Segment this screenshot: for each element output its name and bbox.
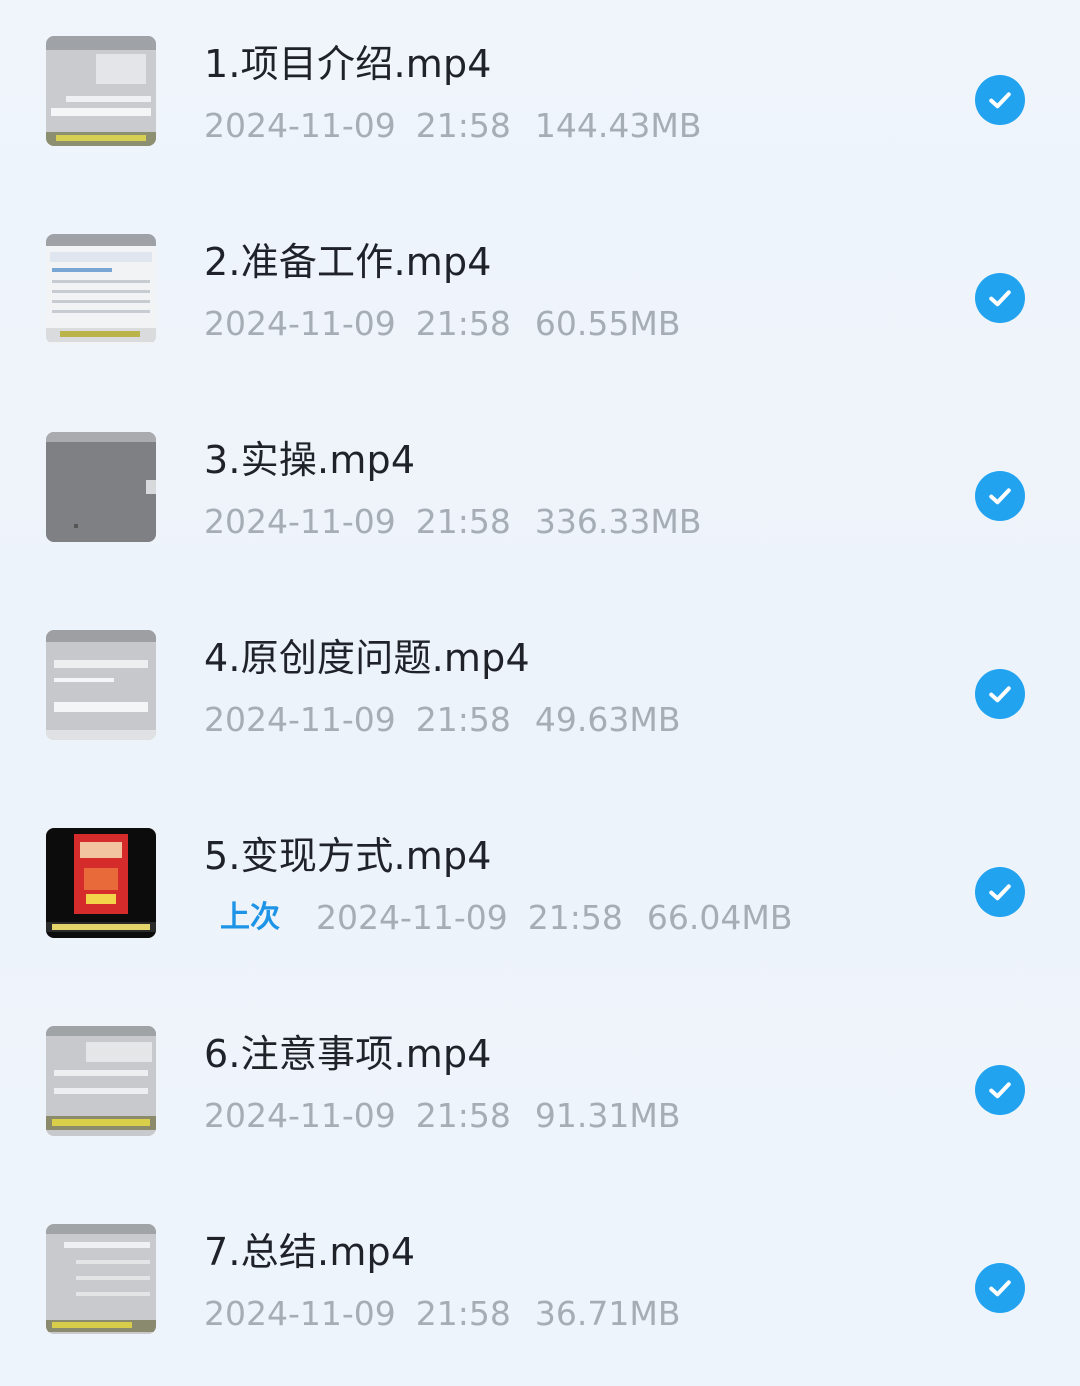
file-name: 2.准备工作.mp4 [204, 240, 492, 284]
video-thumbnail [46, 432, 156, 542]
file-row[interactable]: 3.实操.mp4 2024-11-09 21:58 336.33MB [0, 396, 1080, 594]
file-time: 21:58 [415, 106, 511, 145]
thumbnail-image [46, 234, 156, 344]
thumbnail-image [46, 36, 156, 146]
file-date: 2024-11-09 [204, 502, 396, 541]
file-row[interactable]: 7.总结.mp4 2024-11-09 21:58 36.71MB [0, 1188, 1080, 1386]
file-name: 3.实操.mp4 [204, 438, 416, 482]
file-size: 66.04MB [646, 898, 793, 937]
file-time: 21:58 [415, 700, 511, 739]
thumbnail-image [46, 630, 156, 740]
file-name: 1.项目介绍.mp4 [204, 42, 492, 86]
file-name: 6.注意事项.mp4 [204, 1032, 492, 1076]
file-time: 21:58 [415, 304, 511, 343]
video-thumbnail [46, 234, 156, 344]
file-date: 2024-11-09 [316, 898, 508, 937]
check-circle-icon[interactable] [975, 867, 1025, 917]
check-circle-icon[interactable] [975, 75, 1025, 125]
file-date: 2024-11-09 [204, 1294, 396, 1333]
file-time: 21:58 [415, 502, 511, 541]
file-size: 91.31MB [534, 1096, 681, 1135]
thumbnail-image [46, 432, 156, 542]
file-row[interactable]: 2.准备工作.mp4 2024-11-09 21:58 60.55MB [0, 198, 1080, 396]
file-size: 49.63MB [534, 700, 681, 739]
file-time: 21:58 [415, 1096, 511, 1135]
check-circle-icon[interactable] [975, 471, 1025, 521]
file-row[interactable]: 5.变现方式.mp4 上次 2024-11-09 21:58 66.04MB [0, 792, 1080, 990]
file-name: 5.变现方式.mp4 [204, 834, 492, 878]
thumbnail-image [46, 828, 156, 938]
thumbnail-image [46, 1224, 156, 1334]
video-thumbnail [46, 1026, 156, 1136]
file-time: 21:58 [415, 1294, 511, 1333]
file-meta: 2024-11-09 21:58 60.55MB [204, 302, 680, 346]
file-meta: 2024-11-09 21:58 91.31MB [204, 1094, 680, 1138]
file-name: 4.原创度问题.mp4 [204, 636, 530, 680]
file-meta: 2024-11-09 21:58 49.63MB [204, 698, 680, 742]
file-row[interactable]: 4.原创度问题.mp4 2024-11-09 21:58 49.63MB [0, 594, 1080, 792]
video-thumbnail [46, 630, 156, 740]
check-circle-icon[interactable] [975, 273, 1025, 323]
file-size: 60.55MB [534, 304, 681, 343]
file-name: 7.总结.mp4 [204, 1230, 416, 1274]
file-date: 2024-11-09 [204, 106, 396, 145]
video-thumbnail [46, 828, 156, 938]
file-date: 2024-11-09 [204, 700, 396, 739]
file-time: 21:58 [527, 898, 623, 937]
last-watched-badge: 上次 [220, 900, 280, 935]
video-thumbnail [46, 1224, 156, 1334]
file-list: 1.项目介绍.mp4 2024-11-09 21:58 144.43MB 2.准… [0, 0, 1080, 1370]
video-thumbnail [46, 36, 156, 146]
thumbnail-image [46, 1026, 156, 1136]
file-row[interactable]: 1.项目介绍.mp4 2024-11-09 21:58 144.43MB [0, 0, 1080, 198]
file-meta: 2024-11-09 21:58 336.33MB [204, 500, 701, 544]
file-size: 144.43MB [534, 106, 702, 145]
check-circle-icon[interactable] [975, 1263, 1025, 1313]
file-meta: 上次 2024-11-09 21:58 66.04MB [204, 896, 792, 940]
file-size: 36.71MB [534, 1294, 681, 1333]
file-meta: 2024-11-09 21:58 36.71MB [204, 1292, 680, 1336]
file-row[interactable]: 6.注意事项.mp4 2024-11-09 21:58 91.31MB [0, 990, 1080, 1188]
check-circle-icon[interactable] [975, 669, 1025, 719]
file-date: 2024-11-09 [204, 1096, 396, 1135]
file-size: 336.33MB [534, 502, 702, 541]
file-date: 2024-11-09 [204, 304, 396, 343]
file-meta: 2024-11-09 21:58 144.43MB [204, 104, 701, 148]
check-circle-icon[interactable] [975, 1065, 1025, 1115]
